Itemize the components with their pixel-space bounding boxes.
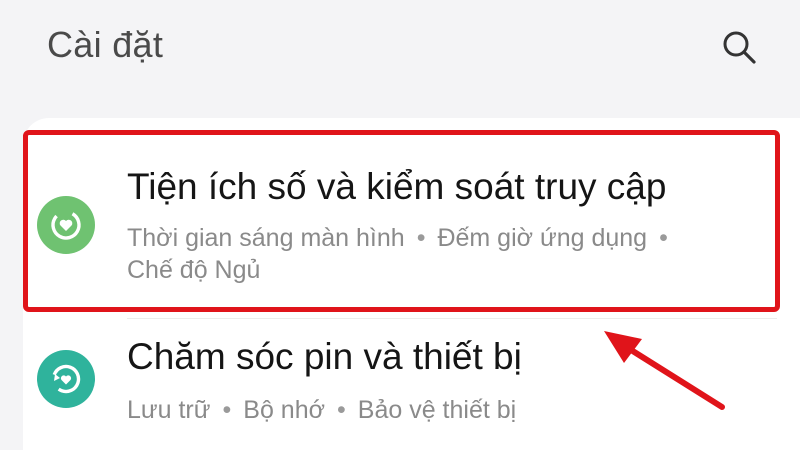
- separator-dot: •: [222, 396, 232, 424]
- page-title: Cài đặt: [47, 24, 164, 65]
- subtitle-part: Thời gian sáng màn hình: [127, 224, 405, 252]
- subtitle-part: Bảo vệ thiết bị: [357, 396, 517, 424]
- separator-dot: •: [416, 224, 426, 252]
- subtitle-part: Bộ nhớ: [243, 396, 325, 424]
- separator-dot: •: [337, 396, 346, 424]
- subtitle-part: Đếm giờ ứng dụng: [437, 224, 648, 252]
- search-button[interactable]: [718, 26, 762, 70]
- search-icon[interactable]: [721, 29, 759, 67]
- settings-screen: Cài đặt Tiện ích số và kiểm soát truy cậ…: [0, 0, 800, 450]
- subtitle-part: Chế độ Ngủ: [127, 256, 261, 284]
- item-subtitle: Lưu trữ • Bộ nhớ • Bảo vệ thiết bị: [127, 394, 516, 426]
- digital-wellbeing-icon: [37, 196, 95, 254]
- device-care-icon: [37, 350, 95, 408]
- subtitle-part: Lưu trữ: [127, 396, 211, 424]
- item-subtitle-continued: Chế độ Ngủ: [127, 254, 260, 286]
- item-subtitle: Thời gian sáng màn hình • Đếm giờ ứng dụng…: [127, 222, 680, 254]
- item-title: Chăm sóc pin và thiết bị: [127, 336, 522, 377]
- item-title: Tiện ích số và kiểm soát truy cập: [127, 166, 667, 207]
- red-arrow-icon: [604, 331, 725, 410]
- settings-item-digital-wellbeing[interactable]: Tiện ích số và kiểm soát truy cập Thời g…: [23, 132, 800, 312]
- separator-dot: •: [659, 224, 668, 252]
